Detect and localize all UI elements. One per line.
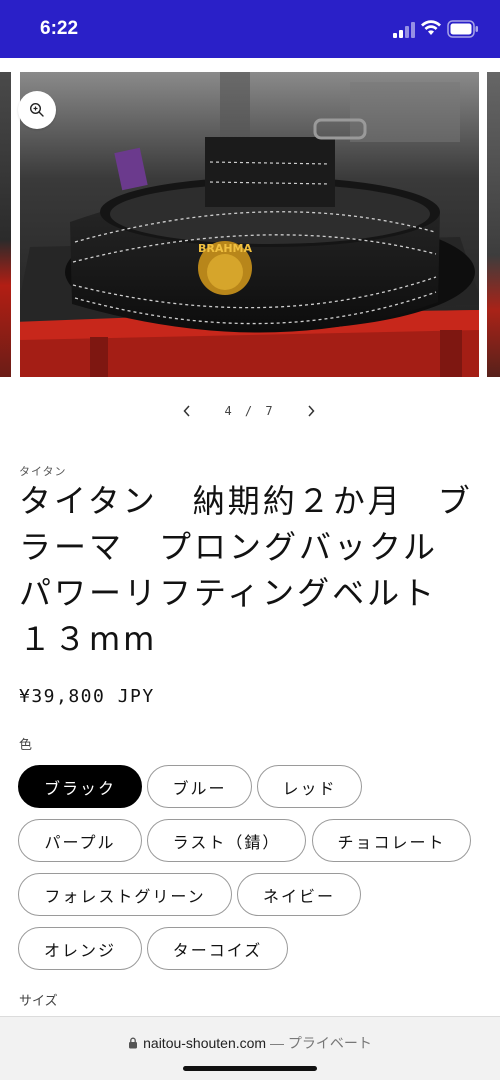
- color-option-forest-green[interactable]: フォレストグリーン: [18, 873, 232, 916]
- color-option-label: 色: [19, 738, 33, 753]
- home-indicator[interactable]: [183, 1066, 317, 1071]
- browser-address-bar[interactable]: naitou-shouten.com — プライベート: [0, 1016, 500, 1080]
- color-option-chocolate[interactable]: チョコレート: [312, 819, 471, 862]
- domain-text: naitou-shouten.com: [143, 1035, 267, 1051]
- color-option-orange[interactable]: オレンジ: [18, 927, 142, 970]
- next-slide-button[interactable]: [300, 400, 322, 422]
- product-price: ¥39,800 JPY: [19, 686, 155, 707]
- color-option-red[interactable]: レッド: [257, 765, 362, 808]
- product-photo[interactable]: BRAHMA: [20, 72, 479, 377]
- product-image-gallery[interactable]: BRAHMA: [0, 72, 500, 377]
- product-title: タイタン 納期約２か月 ブラーマ プロングバックル パワーリフティングベルト １…: [19, 482, 474, 658]
- color-option-rust[interactable]: ラスト（錆）: [147, 819, 306, 862]
- wifi-icon: [421, 20, 441, 35]
- product-vendor: タイタン: [19, 465, 67, 478]
- belt-photo-illustration: BRAHMA: [20, 72, 479, 377]
- private-mode-label: プライベート: [287, 1035, 372, 1051]
- chevron-left-icon: [183, 405, 190, 417]
- zoom-in-icon: [29, 102, 44, 117]
- next-image-peek[interactable]: [487, 72, 500, 377]
- battery-icon: [447, 20, 478, 38]
- lock-icon: [129, 1037, 138, 1049]
- slide-counter: 4 / 7: [224, 404, 276, 418]
- color-option-black[interactable]: ブラック: [18, 765, 142, 808]
- address-display[interactable]: naitou-shouten.com — プライベート: [0, 1033, 500, 1053]
- gallery-pager: 4 / 7: [0, 396, 500, 428]
- previous-image-peek[interactable]: [0, 72, 11, 377]
- previous-slide-button[interactable]: [176, 400, 198, 422]
- zoom-button[interactable]: [18, 91, 56, 129]
- color-option-purple[interactable]: パープル: [18, 819, 142, 862]
- chevron-right-icon: [308, 405, 315, 417]
- status-bar: 6:22: [0, 0, 500, 58]
- cellular-signal-icon: [393, 22, 415, 38]
- address-separator: —: [269, 1035, 284, 1051]
- size-option-label: サイズ: [19, 994, 58, 1009]
- status-time: 6:22: [40, 18, 79, 39]
- color-option-blue[interactable]: ブルー: [147, 765, 252, 808]
- svg-text:BRAHMA: BRAHMA: [198, 242, 253, 255]
- color-option-navy[interactable]: ネイビー: [237, 873, 361, 916]
- color-option-turquoise[interactable]: ターコイズ: [147, 927, 288, 970]
